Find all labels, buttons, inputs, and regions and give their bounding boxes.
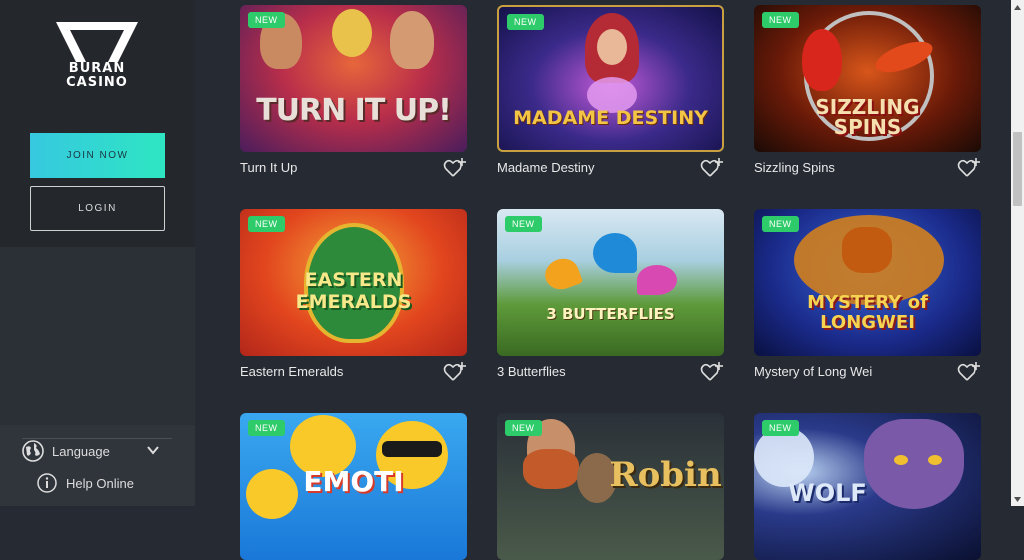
heart-plus-icon[interactable] xyxy=(957,157,981,179)
game-card: WOLF NEW xyxy=(754,413,981,560)
new-badge: NEW xyxy=(762,420,799,436)
game-card: Robin NEW xyxy=(497,413,724,560)
game-thumbnail[interactable]: EASTERN EMERALDS NEW xyxy=(240,209,467,356)
help-online-label: Help Online xyxy=(66,475,134,491)
heart-plus-icon[interactable] xyxy=(957,361,981,383)
help-online-link[interactable]: Help Online xyxy=(37,472,134,494)
brand-name-line1: BURAN xyxy=(68,61,126,76)
footer-divider xyxy=(22,438,172,439)
game-thumbnail[interactable]: SIZZLING SPINS NEW xyxy=(754,5,981,152)
game-card: TURN IT UP! NEW Turn It Up xyxy=(240,5,467,177)
heart-plus-icon[interactable] xyxy=(700,361,724,383)
join-now-button[interactable]: JOIN NOW xyxy=(30,133,165,178)
game-art-title: 3 BUTTERFLIES xyxy=(546,305,675,323)
game-name[interactable]: Madame Destiny xyxy=(497,160,595,175)
heart-plus-icon[interactable] xyxy=(443,157,467,179)
game-card: 3 BUTTERFLIES NEW 3 Butterflies xyxy=(497,209,724,381)
game-art-title: SIZZLING SPINS xyxy=(815,95,920,139)
game-name[interactable]: Eastern Emeralds xyxy=(240,364,343,379)
game-card: MADAME DESTINY NEW Madame Destiny xyxy=(497,5,724,177)
brand-name-line2: CASINO xyxy=(66,75,128,90)
new-badge: NEW xyxy=(762,216,799,232)
game-thumbnail[interactable]: MADAME DESTINY NEW xyxy=(497,5,724,152)
game-card: EMOTI NEW xyxy=(240,413,467,560)
game-card: EASTERN EMERALDS NEW Eastern Emeralds xyxy=(240,209,467,381)
game-thumbnail[interactable]: Robin NEW xyxy=(497,413,724,560)
scroll-thumb[interactable] xyxy=(1013,132,1022,206)
game-art-title: WOLF xyxy=(788,479,867,507)
game-thumbnail[interactable]: 3 BUTTERFLIES NEW xyxy=(497,209,724,356)
login-button[interactable]: LOGIN xyxy=(30,186,165,231)
heart-plus-icon[interactable] xyxy=(700,157,724,179)
new-badge: NEW xyxy=(505,216,542,232)
new-badge: NEW xyxy=(248,420,285,436)
brand-logo[interactable]: BURAN CASINO xyxy=(52,22,142,102)
game-name[interactable]: Sizzling Spins xyxy=(754,160,835,175)
game-thumbnail[interactable]: MYSTERY of LONGWEI NEW xyxy=(754,209,981,356)
game-thumbnail[interactable]: EMOTI NEW xyxy=(240,413,467,560)
games-grid: TURN IT UP! NEW Turn It Up MADAME DESTIN… xyxy=(195,0,1011,560)
game-art-title: Robin xyxy=(609,455,722,495)
language-selector[interactable]: Language xyxy=(22,437,172,465)
game-art-title: EMOTI xyxy=(303,465,404,498)
globe-icon xyxy=(22,440,44,462)
new-badge: NEW xyxy=(762,12,799,28)
game-art-title: TURN IT UP! xyxy=(256,93,452,128)
sidebar-header: BURAN CASINO JOIN NOW LOGIN xyxy=(0,0,195,247)
page-scrollbar[interactable] xyxy=(1011,0,1024,506)
game-card: SIZZLING SPINS NEW Sizzling Spins xyxy=(754,5,981,177)
game-art-title: EASTERN EMERALDS xyxy=(295,269,412,313)
new-badge: NEW xyxy=(505,420,542,436)
game-card: MYSTERY of LONGWEI NEW Mystery of Long W… xyxy=(754,209,981,381)
logo-mark-icon xyxy=(56,22,138,62)
game-art-title: MYSTERY of LONGWEI xyxy=(807,292,928,333)
chevron-down-icon xyxy=(147,446,159,455)
heart-plus-icon[interactable] xyxy=(443,361,467,383)
language-label: Language xyxy=(52,443,110,459)
game-name[interactable]: Mystery of Long Wei xyxy=(754,364,872,379)
game-thumbnail[interactable]: TURN IT UP! NEW xyxy=(240,5,467,152)
game-art-title: MADAME DESTINY xyxy=(513,107,708,129)
sidebar: BURAN CASINO JOIN NOW LOGIN Language Hel… xyxy=(0,0,195,506)
info-icon xyxy=(37,473,57,493)
scroll-down-arrow-icon[interactable] xyxy=(1011,492,1024,506)
new-badge: NEW xyxy=(248,12,285,28)
game-name[interactable]: 3 Butterflies xyxy=(497,364,566,379)
new-badge: NEW xyxy=(507,14,544,30)
game-name[interactable]: Turn It Up xyxy=(240,160,297,175)
game-thumbnail[interactable]: WOLF NEW xyxy=(754,413,981,560)
new-badge: NEW xyxy=(248,216,285,232)
scroll-up-arrow-icon[interactable] xyxy=(1011,0,1024,14)
